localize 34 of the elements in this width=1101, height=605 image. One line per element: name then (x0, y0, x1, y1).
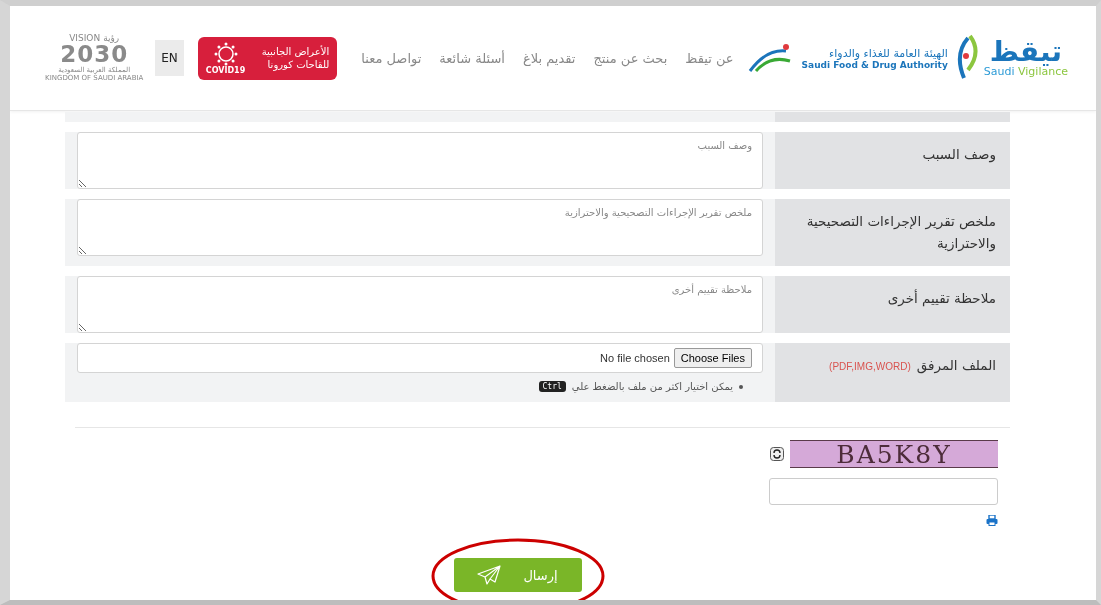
nav-link[interactable]: تقديم بلاغ (522, 50, 576, 66)
field-label: ملخص تقرير الإجراءات التصحيحية والاحترازية (775, 199, 1010, 267)
logo-name: تيقظ (989, 37, 1062, 66)
choose-files-button[interactable]: Choose Files (673, 348, 752, 369)
bullet-icon (739, 384, 743, 389)
print-icon[interactable] (986, 515, 998, 527)
virus-icon (213, 41, 238, 66)
field-label: وصف السبب (775, 132, 1010, 189)
file-status: No file chosen (600, 352, 670, 365)
vision-year: 2030 (60, 42, 129, 66)
paper-plane-icon (477, 565, 502, 586)
language-button[interactable]: EN (155, 40, 184, 76)
refresh-icon[interactable] (770, 447, 784, 462)
key-label: Ctrl (538, 381, 566, 393)
field-label: ملاحظة تقييم أخرى (775, 276, 1010, 334)
file-note: يمكن اختيار اكثر من ملف بالضغط علي (571, 381, 733, 393)
text-area[interactable]: ملخص تقرير الإجراءات التصحيحية والاحترازية (77, 199, 763, 256)
text-area[interactable]: وصف السبب (77, 132, 763, 189)
nav-link[interactable]: تواصل معنا (361, 50, 422, 66)
authority-name: الهيئة العامة للغذاء والدواء (829, 46, 948, 60)
field-label: الملف المرفق (916, 357, 996, 374)
format-hint: (PDF,IMG,WORD) (829, 361, 911, 373)
vision-word: VISION (69, 33, 101, 43)
vision-word: رؤية (103, 33, 120, 43)
nav-link[interactable]: أسئلة شائعة (439, 50, 505, 66)
captcha-image: BA5K8Y (790, 440, 998, 469)
nav-link[interactable]: عن تيقظ (685, 50, 734, 66)
nav-link[interactable]: بحث عن منتج (593, 50, 668, 66)
logo-subtitle: Saudi Vigilance (983, 65, 1068, 79)
submit-button[interactable]: إرسال (453, 558, 582, 593)
captcha-input[interactable] (769, 478, 998, 506)
authority-name: Saudi Food & Drug Authority (801, 59, 948, 70)
file-field[interactable]: No file chosen Choose Files (77, 343, 763, 374)
text-area[interactable]: ملاحظة تقييم أخرى (77, 276, 763, 334)
